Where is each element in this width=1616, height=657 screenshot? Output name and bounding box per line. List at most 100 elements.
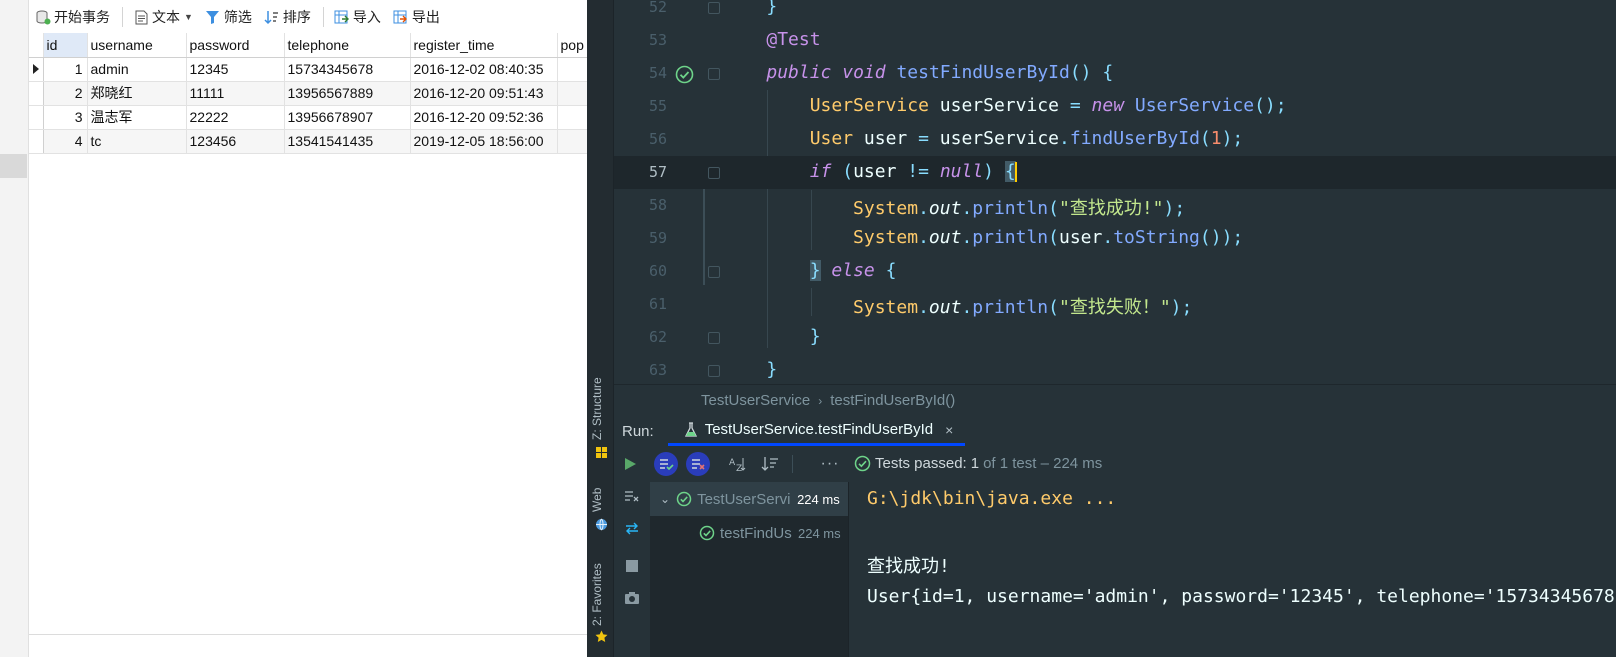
fold-marker-icon[interactable] [708,266,720,278]
column-header-username[interactable]: username [87,33,187,58]
cell-username[interactable]: tc [87,129,187,154]
line-number[interactable]: 57 [614,163,667,181]
cell-telephone[interactable]: 13541541435 [284,129,411,154]
cell-password[interactable]: 123456 [186,129,285,154]
filter-button[interactable]: 筛选 [205,4,252,30]
structure-tool-tab[interactable]: Z: Structure [590,377,604,440]
more-options-button[interactable]: ··· [818,452,842,476]
test-tree-class-node[interactable]: ⌄ TestUserServi 224 ms [650,482,848,516]
fold-marker-icon[interactable] [708,167,720,179]
code-line-62[interactable]: 62 } [614,321,1616,354]
globe-icon[interactable] [595,518,608,531]
table-row[interactable]: 2 郑晓红 11111 13956567889 2016-12-20 09:51… [29,81,587,106]
cell-pop[interactable] [557,129,587,154]
chevron-down-icon[interactable]: ⌄ [660,492,670,506]
code-line-58[interactable]: 58 System.out.println("查找成功!"); [614,189,1616,222]
cell-register-time[interactable]: 2019-12-05 18:56:00 [410,129,558,154]
column-header-pop[interactable]: pop [557,33,587,58]
show-ignored-toggle[interactable] [686,452,710,476]
line-number[interactable]: 60 [614,262,667,280]
object-list-scroll-marker[interactable] [0,154,27,178]
star-icon[interactable] [595,630,608,643]
table-row[interactable]: 3 温志军 22222 13956678907 2016-12-20 09:52… [29,105,587,130]
console-output[interactable]: G:\jdk\bin\java.exe ... 查找成功! User{id=1,… [848,482,1616,657]
code-line-56[interactable]: 56 User user = userService.findUserById(… [614,123,1616,156]
web-tool-tab[interactable]: Web [590,488,604,512]
cell-username[interactable]: admin [87,57,187,82]
toggle-tests-button[interactable] [620,484,644,508]
code-text: UserService userService = new UserServic… [809,95,1287,116]
sort-by-duration-button[interactable] [758,452,782,476]
code-line-53[interactable]: 53 @Test [614,24,1616,57]
breadcrumb-method[interactable]: testFindUserById() [830,392,955,409]
table-row[interactable]: 1 admin 12345 15734345678 2016-12-02 08:… [29,57,587,82]
line-number[interactable]: 56 [614,130,667,148]
cell-password[interactable]: 12345 [186,57,285,82]
cell-telephone[interactable]: 13956678907 [284,105,411,130]
code-line-63[interactable]: 63 } [614,354,1616,387]
line-number[interactable]: 61 [614,295,667,313]
cell-password[interactable]: 22222 [186,105,285,130]
swap-layout-button[interactable] [620,516,644,540]
line-number[interactable]: 59 [614,229,667,247]
code-editor[interactable]: 52 } 53 @Test 54 public void testFindUse… [614,0,1616,384]
close-icon[interactable]: × [945,422,953,438]
run-label: Run: [622,422,654,440]
line-number[interactable]: 55 [614,97,667,115]
text-view-button[interactable]: 文本 ▼ [133,4,193,30]
begin-transaction-button[interactable]: 开始事务 [35,4,110,30]
line-number[interactable]: 58 [614,196,667,214]
run-configuration-tab[interactable]: TestUserService.testFindUserById × [667,416,966,446]
line-number[interactable]: 63 [614,361,667,379]
fold-marker-icon[interactable] [708,68,720,80]
line-number[interactable]: 53 [614,31,667,49]
cell-register-time[interactable]: 2016-12-20 09:52:36 [410,105,558,130]
show-passed-toggle[interactable] [654,452,678,476]
screenshot-button[interactable] [620,586,644,610]
fold-marker-icon[interactable] [708,365,720,377]
column-header-id[interactable]: id [43,33,88,58]
code-line-57-current[interactable]: 57 if (user != null) { [614,156,1616,189]
test-passed-gutter-icon[interactable] [675,65,694,88]
line-number[interactable]: 62 [614,328,667,346]
code-line-59[interactable]: 59 System.out.println(user.toString()); [614,222,1616,255]
cell-password[interactable]: 11111 [186,81,285,106]
structure-icon[interactable] [595,446,608,459]
sort-alphabetically-button[interactable]: AZ [726,452,750,476]
test-tree-method-node[interactable]: testFindUs 224 ms [650,516,848,550]
column-header-telephone[interactable]: telephone [284,33,411,58]
code-line-55[interactable]: 55 UserService userService = new UserSer… [614,90,1616,123]
cell-pop[interactable] [557,81,587,106]
cell-id[interactable]: 3 [43,105,88,130]
dropdown-caret-icon[interactable]: ▼ [184,12,193,22]
line-number[interactable]: 54 [614,64,667,82]
rerun-button[interactable] [618,452,642,476]
code-line-60[interactable]: 60 } else { [614,255,1616,288]
cell-id[interactable]: 1 [43,57,88,82]
fold-marker-icon[interactable] [708,332,720,344]
favorites-tool-tab[interactable]: 2: Favorites [590,563,604,626]
import-button[interactable]: 导入 [334,4,381,30]
cell-id[interactable]: 2 [43,81,88,106]
stop-button[interactable] [620,554,644,578]
column-header-password[interactable]: password [186,33,285,58]
cell-id[interactable]: 4 [43,129,88,154]
cell-pop[interactable] [557,57,587,82]
code-line-61[interactable]: 61 System.out.println("查找失败！"); [614,288,1616,321]
cell-pop[interactable] [557,105,587,130]
cell-telephone[interactable]: 13956567889 [284,81,411,106]
code-line-52[interactable]: 52 } [614,0,1616,24]
cell-telephone[interactable]: 15734345678 [284,57,411,82]
breadcrumb-class[interactable]: TestUserService [701,392,810,409]
fold-marker-icon[interactable] [708,2,720,14]
table-row[interactable]: 4 tc 123456 13541541435 2019-12-05 18:56… [29,129,587,154]
line-number[interactable]: 52 [614,0,667,16]
export-button[interactable]: 导出 [393,4,440,30]
cell-username[interactable]: 郑晓红 [87,81,187,106]
cell-register-time[interactable]: 2016-12-02 08:40:35 [410,57,558,82]
column-header-register-time[interactable]: register_time [410,33,558,58]
cell-username[interactable]: 温志军 [87,105,187,130]
code-line-54[interactable]: 54 public void testFindUserById() { [614,57,1616,90]
cell-register-time[interactable]: 2016-12-20 09:51:43 [410,81,558,106]
sort-button[interactable]: 排序 [264,4,311,30]
